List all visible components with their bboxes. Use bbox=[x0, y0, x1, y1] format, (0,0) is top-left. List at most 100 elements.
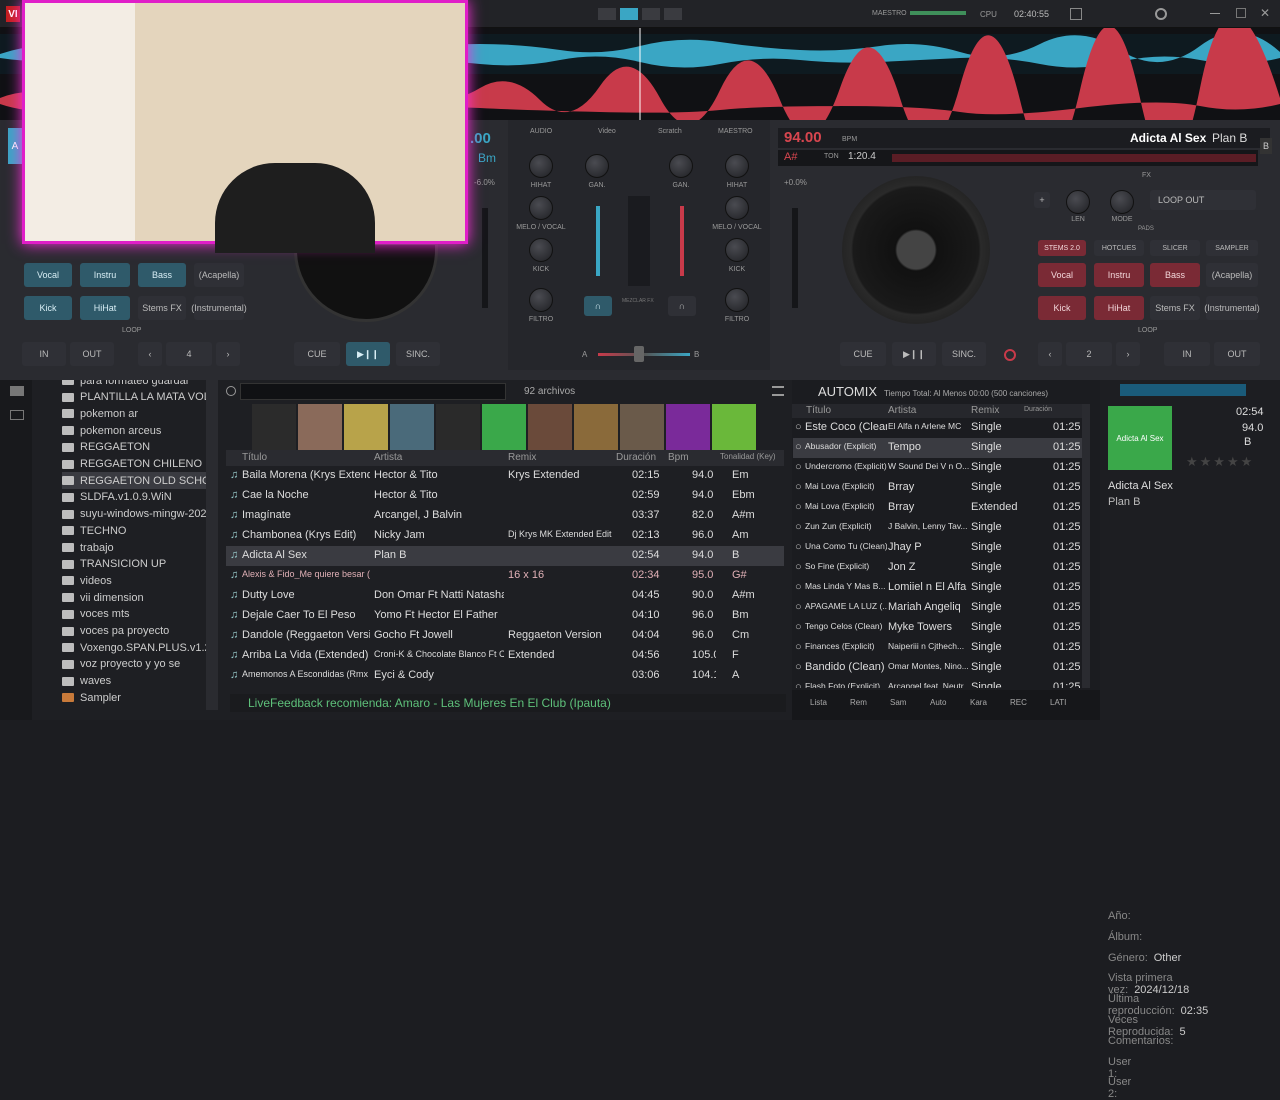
deck-a-play-button[interactable]: ▶❙❙ bbox=[346, 342, 390, 366]
settings-icon[interactable] bbox=[1155, 8, 1167, 20]
fx-len-knob[interactable] bbox=[1066, 190, 1090, 214]
deck-a-pad-instru[interactable]: Instru bbox=[80, 263, 130, 287]
col-duration[interactable]: Duración bbox=[616, 452, 656, 463]
minimize-icon[interactable] bbox=[1210, 13, 1220, 14]
cover-thumb[interactable] bbox=[344, 404, 388, 450]
deck-a-filter-knob[interactable] bbox=[529, 288, 553, 312]
cover-thumb[interactable] bbox=[436, 404, 480, 450]
deck-b-volume-fader[interactable] bbox=[680, 206, 684, 276]
toolbar-button[interactable]: Kara bbox=[970, 698, 987, 707]
deck-b-kick-knob[interactable] bbox=[725, 238, 749, 262]
deck-a-sync-button[interactable]: SINC. bbox=[396, 342, 440, 366]
deck-a-pad-vocal[interactable]: Vocal bbox=[24, 263, 72, 287]
deck-a-pad-stemsfx[interactable]: Stems FX bbox=[138, 296, 186, 320]
filter-icon[interactable] bbox=[10, 410, 24, 420]
cover-thumb[interactable] bbox=[712, 404, 756, 450]
deck-b-progress-bar[interactable] bbox=[892, 154, 1256, 162]
folder-item[interactable]: pokemon ar bbox=[62, 405, 138, 422]
deck-a-pad-hihat[interactable]: HiHat bbox=[80, 296, 130, 320]
deck-b-pad-hihat[interactable]: HiHat bbox=[1094, 296, 1144, 320]
deck-a-loop-out[interactable]: OUT bbox=[70, 342, 114, 366]
track-row[interactable]: ♫Baila Morena (Krys Extended) Hector & Ti… bbox=[226, 466, 784, 486]
deck-b-pad-instrumental[interactable]: (Instrumental) bbox=[1204, 296, 1260, 320]
toolbar-button[interactable]: Auto bbox=[930, 698, 946, 707]
layout-4-icon[interactable] bbox=[664, 8, 682, 20]
deck-a-cue-button[interactable]: CUE bbox=[294, 342, 340, 366]
fx-select[interactable]: LOOP OUT bbox=[1150, 190, 1256, 210]
cover-thumb[interactable] bbox=[252, 404, 296, 450]
automix-col-title[interactable]: Título bbox=[806, 405, 831, 416]
track-row[interactable]: ♫ Imagínate Arcangel, J Balvin 03:37 82.0 A#m bbox=[226, 506, 784, 526]
deck-a-headphone-icon[interactable]: ∩ bbox=[584, 296, 612, 316]
automix-col-artist[interactable]: Artista bbox=[888, 405, 916, 416]
close-icon[interactable]: ✕ bbox=[1260, 6, 1270, 20]
col-key[interactable]: Tonalidad (Key) bbox=[720, 452, 776, 461]
rating-stars[interactable]: ★★★★★ bbox=[1186, 454, 1254, 470]
col-title[interactable]: Título bbox=[242, 452, 267, 463]
track-row[interactable]: ♫ Adicta Al Sex Plan B 02:54 94.0 B bbox=[226, 546, 784, 566]
fx-mode-knob[interactable] bbox=[1110, 190, 1134, 214]
automix-row[interactable]: ○ APAGAME LA LUZ (... Mariah Angeliq Single… bbox=[793, 598, 1083, 618]
automix-row[interactable]: ○ Mai Lova (Explicit) Brray Extended 01:25 bbox=[793, 498, 1083, 518]
cover-thumb[interactable] bbox=[528, 404, 572, 450]
cover-thumb[interactable] bbox=[666, 404, 710, 450]
deck-a-loop-in[interactable]: IN bbox=[22, 342, 66, 366]
deck-b-headphone-icon[interactable]: ∩ bbox=[668, 296, 696, 316]
deck-b-loop-halve[interactable]: ‹ bbox=[1038, 342, 1062, 366]
track-row[interactable]: ♫ Dejale Caer To El Peso Yomo Ft Hector El… bbox=[226, 606, 784, 626]
deck-b-loop-size[interactable]: 2 bbox=[1066, 342, 1112, 366]
automix-col-remix[interactable]: Remix bbox=[971, 405, 999, 416]
deck-b-pad-kick[interactable]: Kick bbox=[1038, 296, 1086, 320]
folder-item[interactable]: pokemon arceus bbox=[62, 422, 161, 439]
deck-a-loop-double[interactable]: › bbox=[216, 342, 240, 366]
automix-row[interactable]: ○ Zun Zun (Explicit) J Balvin, Lenny Tav..… bbox=[793, 518, 1083, 538]
record-icon[interactable] bbox=[1070, 8, 1082, 20]
deck-b-loop-double[interactable]: › bbox=[1116, 342, 1140, 366]
track-row[interactable]: ♫ Chambonea (Krys Edit) Nicky Jam Dj Krys M… bbox=[226, 526, 784, 546]
deck-b-play-button[interactable]: ▶❙❙ bbox=[892, 342, 936, 366]
deck-a-kick-knob[interactable] bbox=[529, 238, 553, 262]
layout-1-icon[interactable] bbox=[598, 8, 616, 20]
deck-b-melo-knob[interactable] bbox=[725, 196, 749, 220]
deck-a-side-tab[interactable]: A bbox=[8, 128, 22, 164]
layout-2-icon[interactable] bbox=[620, 8, 638, 20]
deck-a-pitch-slider[interactable] bbox=[482, 208, 488, 308]
automix-row[interactable]: ○ Abusador (Explicit) Tempo Single 01:25 bbox=[793, 438, 1083, 458]
deck-b-pad-vocal[interactable]: Vocal bbox=[1038, 263, 1086, 287]
cover-thumb[interactable] bbox=[390, 404, 434, 450]
folder-item[interactable]: para formateo guardar bbox=[62, 380, 189, 389]
automix-row[interactable]: ○ So Fine (Explicit) Jon Z Single 01:25 bbox=[793, 558, 1083, 578]
mixer-tab-video[interactable]: Video bbox=[598, 128, 616, 135]
deck-a-pad-kick[interactable]: Kick bbox=[24, 296, 72, 320]
pads-tab-hotcues[interactable]: HOTCUES bbox=[1094, 240, 1144, 256]
deck-a-gain-knob[interactable] bbox=[585, 154, 609, 178]
mixer-tab-audio[interactable]: AUDIO bbox=[530, 128, 552, 135]
pads-tab-slicer[interactable]: SLICER bbox=[1150, 240, 1200, 256]
deck-b-side-tab[interactable]: B bbox=[1260, 138, 1272, 154]
deck-a-melo-knob[interactable] bbox=[529, 196, 553, 220]
list-options-icon[interactable] bbox=[772, 386, 784, 396]
toolbar-button[interactable]: LATI bbox=[1050, 698, 1066, 707]
col-bpm[interactable]: Bpm bbox=[668, 452, 689, 463]
toolbar-button[interactable]: Rem bbox=[850, 698, 867, 707]
folder-root-icon[interactable] bbox=[10, 386, 24, 396]
cover-thumb[interactable] bbox=[298, 404, 342, 450]
cover-thumb[interactable] bbox=[482, 404, 526, 450]
automix-row[interactable]: ○ Mai Lova (Explicit) Brray Single 01:25 bbox=[793, 478, 1083, 498]
crossfader[interactable] bbox=[598, 353, 690, 356]
deck-b-jog-wheel[interactable] bbox=[842, 176, 990, 324]
deck-a-volume-fader[interactable] bbox=[596, 206, 600, 276]
info-waveform[interactable] bbox=[1120, 384, 1246, 396]
deck-b-loop-out[interactable]: OUT bbox=[1214, 342, 1260, 366]
deck-a-loop-halve[interactable]: ‹ bbox=[138, 342, 162, 366]
deck-a-loop-size[interactable]: 4 bbox=[166, 342, 212, 366]
track-row[interactable]: ♫ Dutty Love Don Omar Ft Natti Natasha 04:4… bbox=[226, 586, 784, 606]
automix-row[interactable]: ○ Tengo Celos (Clean) Myke Towers Single 01:… bbox=[793, 618, 1083, 638]
automix-scrollbar[interactable] bbox=[1082, 404, 1090, 688]
automix-row[interactable]: ○ Este Coco (Clean) El Alfa n Arlene MC Sin… bbox=[793, 418, 1083, 438]
deck-a-pad-instrumental[interactable]: (Instrumental) bbox=[191, 296, 247, 320]
track-row[interactable]: ♫ Cae la Noche Hector & Tito 02:59 94.0 Ebm bbox=[226, 486, 784, 506]
layout-3-icon[interactable] bbox=[642, 8, 660, 20]
deck-b-pad-stemsfx[interactable]: Stems FX bbox=[1150, 296, 1200, 320]
automix-row[interactable]: ○ Finances (Explicit) Naiperiii n Cjthech.… bbox=[793, 638, 1083, 658]
